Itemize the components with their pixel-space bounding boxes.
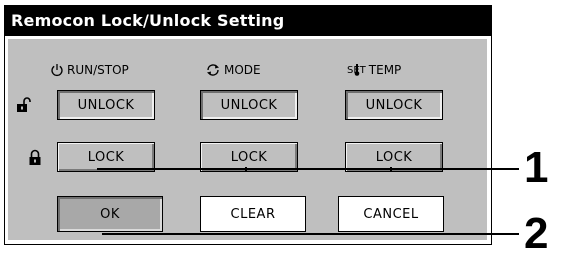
column-header-run-stop: RUN/STOP (50, 63, 129, 77)
button-label: LOCK (375, 149, 413, 165)
column-header-label: TEMP (368, 63, 402, 77)
callout-tick-set-temp (390, 167, 392, 172)
column-header-label: RUN/STOP (67, 63, 129, 77)
thermometer-icon: SET (347, 63, 366, 76)
unlocked-padlock-icon (17, 97, 31, 112)
callout-tick-mode (245, 167, 247, 172)
mode-cycle-icon (207, 64, 219, 76)
cancel-button[interactable]: CANCEL (338, 196, 444, 232)
clear-button[interactable]: CLEAR (200, 196, 306, 232)
thermometer-glyph (354, 63, 360, 76)
button-label: LOCK (87, 149, 125, 165)
locked-padlock-icon (29, 149, 41, 165)
column-header-label: MODE (224, 63, 261, 77)
mode-unlock-button[interactable]: UNLOCK (200, 90, 298, 120)
column-header-set-temp: SET TEMP (347, 63, 401, 77)
remocon-lock-dialog: Remocon Lock/Unlock Setting RUN/STOP MOD… (4, 5, 492, 245)
ok-button[interactable]: OK (57, 196, 163, 232)
button-label: OK (100, 206, 120, 222)
run-stop-unlock-button[interactable]: UNLOCK (57, 90, 155, 120)
power-icon (51, 64, 63, 77)
dialog-content: RUN/STOP MODE SET TEMP (8, 39, 487, 240)
button-label: CANCEL (363, 206, 419, 222)
button-label: LOCK (230, 149, 268, 165)
set-temp-unlock-button[interactable]: UNLOCK (345, 90, 443, 120)
button-label: UNLOCK (220, 97, 278, 113)
button-label: UNLOCK (365, 97, 423, 113)
callout-number-2: 2 (524, 209, 549, 258)
button-label: CLEAR (230, 206, 276, 222)
callout-number-1: 1 (524, 143, 549, 192)
button-label: UNLOCK (77, 97, 135, 113)
column-header-mode: MODE (205, 63, 261, 77)
callout-line-2 (102, 233, 519, 235)
dialog-title: Remocon Lock/Unlock Setting (5, 6, 491, 36)
callout-line-1 (97, 168, 519, 170)
